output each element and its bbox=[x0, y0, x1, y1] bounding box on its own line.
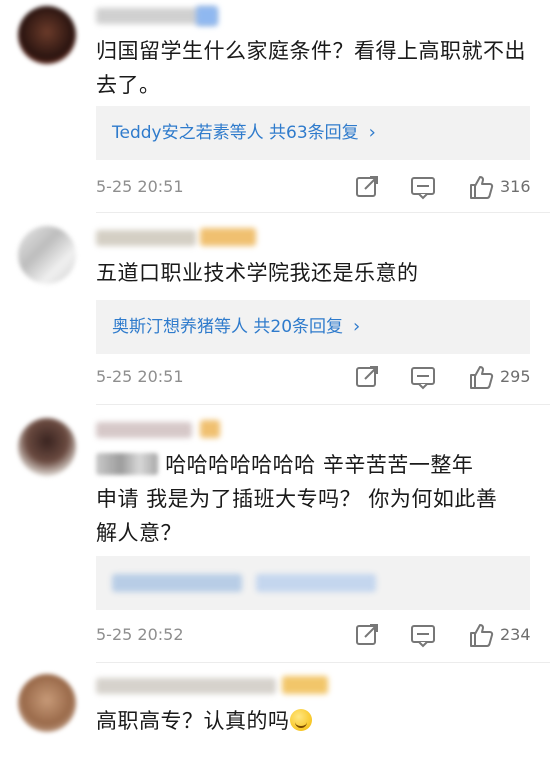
like-icon[interactable] bbox=[468, 622, 494, 648]
like-count: 234 bbox=[500, 625, 531, 644]
comment-line-1: 哈哈哈哈哈哈哈 辛辛苦苦一整年 bbox=[165, 453, 474, 477]
avatar[interactable] bbox=[18, 674, 76, 732]
comment-icon[interactable] bbox=[410, 174, 436, 200]
avatar[interactable] bbox=[18, 418, 76, 476]
like-icon[interactable] bbox=[468, 364, 494, 390]
comment-meta: 5-25 20:51 295 bbox=[96, 362, 536, 392]
comment-meta: 5-25 20:51 316 bbox=[96, 172, 536, 202]
timestamp: 5-25 20:52 bbox=[96, 625, 184, 644]
comment-text: 归国留学生什么家庭条件？看得上高职就不出去了。 bbox=[96, 39, 526, 97]
reply-summary-label: Teddy安之若素等人 共63条回复 bbox=[112, 123, 359, 143]
avatar[interactable] bbox=[18, 226, 76, 284]
comment-line-2: 申请 我是为了插班大专吗？ 你为何如此善 bbox=[96, 487, 498, 511]
avatar[interactable] bbox=[18, 6, 76, 64]
like-icon[interactable] bbox=[468, 174, 494, 200]
chevron-right-icon: › bbox=[353, 316, 361, 337]
reply-summary-blurred bbox=[256, 574, 376, 592]
laughing-crying-emoji-icon bbox=[289, 709, 312, 731]
comment-text: 哈哈哈哈哈哈哈 辛辛苦苦一整年 申请 我是为了插班大专吗？ 你为何如此善 解人意… bbox=[96, 448, 536, 550]
comment-text-label: 高职高专？认真的吗 bbox=[96, 709, 290, 733]
username-blurred[interactable] bbox=[96, 422, 192, 438]
reply-summary[interactable]: Teddy安之若素等人 共63条回复 › bbox=[96, 106, 530, 160]
divider bbox=[96, 212, 550, 213]
share-icon[interactable] bbox=[354, 174, 380, 200]
timestamp: 5-25 20:51 bbox=[96, 177, 184, 196]
vip-badge-blurred bbox=[196, 6, 218, 26]
comment-text: 五道口职业技术学院我还是乐意的 bbox=[96, 261, 419, 285]
like-count: 316 bbox=[500, 177, 531, 196]
vip-badge-blurred bbox=[282, 676, 328, 694]
reply-summary-label: 奥斯汀想养猪等人 共20条回复 bbox=[112, 317, 344, 337]
reply-summary[interactable] bbox=[96, 556, 530, 610]
comment-meta: 5-25 20:52 234 bbox=[96, 620, 536, 650]
vip-badge-blurred bbox=[200, 420, 220, 438]
comment-line-3: 解人意？ bbox=[96, 521, 182, 545]
share-icon[interactable] bbox=[354, 364, 380, 390]
vip-badge-blurred bbox=[200, 228, 256, 246]
timestamp: 5-25 20:51 bbox=[96, 367, 184, 386]
divider bbox=[96, 404, 550, 405]
comment-icon[interactable] bbox=[410, 364, 436, 390]
username-blurred[interactable] bbox=[96, 230, 196, 246]
chevron-right-icon: › bbox=[368, 122, 376, 143]
like-count: 295 bbox=[500, 367, 531, 386]
comment-icon[interactable] bbox=[410, 622, 436, 648]
divider bbox=[96, 662, 550, 663]
comment-text: 高职高专？认真的吗 bbox=[96, 704, 536, 738]
username-blurred[interactable] bbox=[96, 678, 276, 694]
share-icon[interactable] bbox=[354, 622, 380, 648]
reply-summary[interactable]: 奥斯汀想养猪等人 共20条回复 › bbox=[96, 300, 530, 354]
reply-summary-blurred bbox=[112, 574, 242, 592]
mention-blurred[interactable] bbox=[96, 453, 158, 475]
